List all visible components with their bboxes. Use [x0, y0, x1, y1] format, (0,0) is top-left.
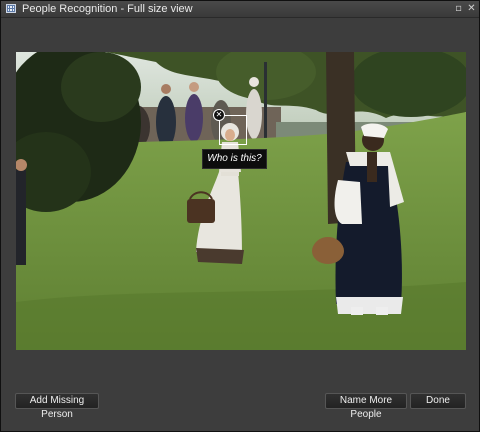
people-recognition-window: People Recognition - Full size view ▫ ✕ — [0, 0, 480, 432]
close-icon[interactable]: ✕ — [466, 3, 477, 14]
park-scene-image — [16, 52, 466, 350]
who-is-this-tag[interactable]: Who is this? — [202, 149, 267, 169]
window-title: People Recognition - Full size view — [22, 3, 193, 15]
face-detection-box[interactable] — [219, 115, 247, 145]
remove-face-icon[interactable]: ✕ — [213, 109, 225, 121]
done-button[interactable]: Done — [410, 393, 466, 409]
full-size-photo — [16, 52, 466, 350]
restore-icon[interactable]: ▫ — [453, 3, 464, 14]
add-missing-person-button[interactable]: Add Missing Person — [15, 393, 99, 420]
grid-icon — [6, 4, 16, 13]
name-more-people-button[interactable]: Name More People — [325, 393, 407, 420]
title-bar[interactable]: People Recognition - Full size view ▫ ✕ — [1, 1, 479, 18]
